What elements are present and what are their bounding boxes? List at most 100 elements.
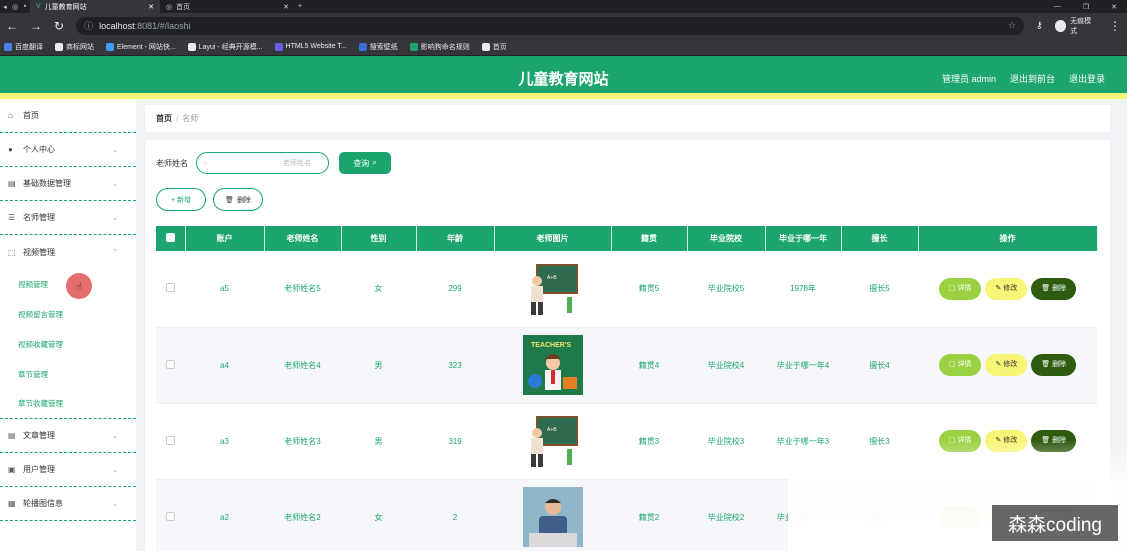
svg-text:TEACHER'S: TEACHER'S	[531, 342, 571, 349]
tab-title: 儿童教育网站	[44, 3, 87, 11]
bookmark-item[interactable]: 商标网站	[55, 42, 94, 52]
new-tab-icon[interactable]: +	[295, 3, 305, 10]
cell-age: 319	[416, 403, 494, 480]
breadcrumb-separator: /	[176, 114, 179, 123]
close-window-icon[interactable]: ✕	[1111, 3, 1117, 11]
tab-close-icon[interactable]: ✕	[148, 3, 154, 11]
bookmark-item[interactable]: 影响狗命名规则	[409, 42, 470, 52]
detail-button[interactable]: ▢ 详情	[938, 354, 982, 376]
tab-pin-icon[interactable]: ▪	[20, 3, 30, 10]
forward-icon[interactable]: →	[30, 19, 42, 33]
incognito-indicator[interactable]: 无痕模式	[1054, 16, 1097, 36]
search-icon: ○	[203, 159, 208, 167]
sidebar-subitem-label: 章节收藏管理	[18, 399, 63, 408]
tab-search-icon[interactable]: ◂	[0, 3, 10, 11]
select-all-cell	[156, 226, 186, 251]
delete-button[interactable]: 🗑︎ 删除	[1031, 354, 1077, 376]
cell-name: 老师姓名5	[264, 251, 341, 328]
delete-button[interactable]: 🗑︎ 删除	[1031, 277, 1077, 300]
menu-dots-icon[interactable]: ⋮	[1109, 19, 1121, 33]
bookmark-label: 搜索壁纸	[369, 43, 398, 51]
tab-globe-icon[interactable]: ◎	[10, 3, 20, 11]
info-icon: ⓘ	[84, 21, 94, 31]
row-select-cell	[156, 251, 185, 328]
delete-label: 删除	[1052, 361, 1067, 368]
sidebar-item-label: 用户管理	[23, 465, 55, 474]
edit-button[interactable]: ✎ 修改	[985, 277, 1028, 300]
reload-icon[interactable]: ↻	[54, 19, 64, 33]
query-label: 查询	[353, 158, 370, 168]
globe-icon: ◎	[166, 3, 173, 11]
key-icon[interactable]: ⚷	[1036, 20, 1043, 31]
cell-skill: 擅长5	[841, 251, 918, 328]
select-all-checkbox[interactable]	[165, 233, 175, 242]
sidebar-subitem[interactable]: 章节收藏管理	[0, 389, 136, 419]
sidebar-item-3[interactable]: ☰ 名师管理 ⌄	[0, 201, 136, 235]
bookmark-item[interactable]: 百度翻译	[4, 42, 43, 52]
cell-year: 毕业于哪一年4	[765, 327, 841, 404]
sidebar-item-label: 视频管理	[23, 247, 55, 257]
sidebar-item-6[interactable]: ▣ 用户管理 ⌄	[0, 453, 136, 487]
bookmark-item[interactable]: Element - 网站快...	[106, 42, 176, 52]
sidebar-item-label: 个人中心	[23, 145, 55, 154]
bookmark-star-icon[interactable]: ☆	[1008, 20, 1016, 31]
breadcrumb-home[interactable]: 首页	[156, 113, 172, 124]
back-to-front-link[interactable]: 退出到前台	[1010, 72, 1055, 85]
back-icon[interactable]: ←	[6, 19, 18, 33]
sidebar-subitem[interactable]: 视频留言管理	[0, 299, 136, 329]
restore-icon[interactable]: ❐	[1083, 3, 1089, 11]
bookmark-item[interactable]: 搜索壁纸	[358, 42, 398, 52]
bookmark-icon	[55, 42, 63, 51]
row-checkbox[interactable]	[166, 359, 175, 369]
tab-close-icon[interactable]: ✕	[283, 3, 289, 11]
query-button[interactable]: 查询 ⌕	[339, 152, 391, 174]
teacher-photo: TEACHER'S	[522, 335, 583, 395]
edit-button[interactable]: ✎ 修改	[985, 354, 1028, 376]
detail-label: 详情	[957, 361, 972, 368]
tab-home[interactable]: ◎ 首页 ✕	[160, 0, 295, 13]
teacher-name-input[interactable]: ○ 老师姓名	[196, 152, 329, 174]
breadcrumb-current: 名师	[182, 114, 199, 123]
sidebar-item-7[interactable]: ▦ 轮播图信息 ⌄	[0, 487, 136, 521]
column-header: 年龄	[416, 226, 495, 251]
minimize-icon[interactable]: —	[1054, 3, 1061, 11]
row-checkbox[interactable]	[166, 435, 175, 445]
bookmark-label: Layui - 经典开源模...	[198, 43, 263, 51]
trash-icon: 🗑︎	[1041, 361, 1053, 368]
table-row[interactable]: a5 老师姓名5 女 299 A+B 籍贯5 毕业院校5 1978年 擅长5 ▢ 详情 ✎ 修改 🗑︎…	[156, 251, 1097, 328]
batch-delete-button[interactable]: 🗑︎ 删除	[213, 188, 263, 211]
watermark: 森森coding	[992, 505, 1118, 541]
column-header: 操作	[918, 226, 1098, 251]
search-icon: ⌕	[372, 158, 377, 167]
row-checkbox[interactable]	[166, 283, 175, 293]
sidebar-item-1[interactable]: ● 个人中心 ⌄	[0, 133, 136, 167]
bookmark-item[interactable]: 首页	[481, 42, 507, 52]
tab-active[interactable]: V 儿童教育网站 ✕	[30, 0, 160, 13]
sidebar-subitem[interactable]: 视频收藏管理	[0, 329, 136, 359]
row-select-cell	[156, 479, 185, 551]
column-header: 毕业院校	[687, 226, 766, 251]
breadcrumb: 首页 / 名师	[145, 105, 1110, 132]
logout-link[interactable]: 退出登录	[1069, 72, 1105, 85]
search-label: 老师姓名	[156, 158, 188, 168]
add-button[interactable]: + 新增	[156, 188, 206, 211]
sidebar-item-label: 名师管理	[23, 213, 55, 222]
detail-button[interactable]: ▢ 详情	[938, 277, 982, 300]
edit-label: 修改	[1003, 361, 1018, 368]
url-host: localhost	[99, 20, 135, 31]
sidebar-item-4[interactable]: ⬚ 视频管理 ⌃	[0, 235, 136, 269]
row-checkbox[interactable]	[166, 511, 175, 521]
sidebar-item-5[interactable]: ▤ 文章管理 ⌄	[0, 419, 136, 453]
sidebar-subitem[interactable]: 章节管理	[0, 359, 136, 389]
cell-origin: 籍贯2	[611, 479, 687, 551]
sidebar-item-2[interactable]: ▤ 基础数据管理 ⌄	[0, 167, 136, 201]
table-row[interactable]: a4 老师姓名4 男 323 TEACHER'S 籍贯4 毕业院校4 毕业于哪一年4 擅长4 ▢ …	[156, 327, 1097, 404]
bookmark-label: 商标网站	[66, 43, 94, 51]
trash-icon: 🗑︎	[1041, 284, 1053, 292]
browser-tab-bar: ◂ ◎ ▪ V 儿童教育网站 ✕ ◎ 首页 ✕ + — ❐ ✕	[0, 0, 1127, 13]
url-bar[interactable]: ⓘ localhost:8081/#/laoshi ☆	[76, 16, 1025, 35]
bookmark-item[interactable]: Layui - 经典开源模...	[187, 42, 263, 52]
users-icon: ▣	[8, 465, 16, 474]
sidebar-item-0[interactable]: ⌂ 首页	[0, 99, 136, 133]
bookmark-item[interactable]: HTML5 Website T...	[274, 42, 347, 51]
